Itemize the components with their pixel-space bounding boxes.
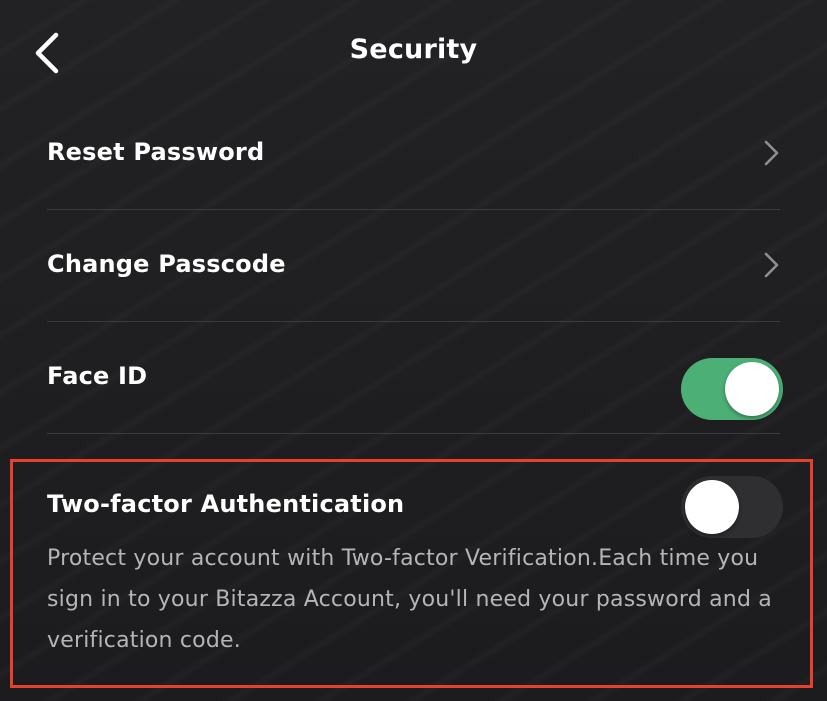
two-factor-toggle[interactable] [681, 476, 783, 538]
two-factor-title: Two-factor Authentication [47, 490, 405, 518]
face-id-label: Face ID [47, 362, 148, 390]
toggle-knob [725, 362, 779, 416]
chevron-right-icon [764, 252, 779, 278]
security-screen: Security Reset Password Change Passcode … [0, 0, 827, 701]
toggle-knob [685, 480, 739, 534]
header: Security [0, 0, 827, 106]
reset-password-label: Reset Password [47, 138, 265, 166]
chevron-right-icon [764, 140, 779, 166]
face-id-row: Face ID [47, 321, 780, 434]
page-title: Security [349, 34, 478, 65]
change-passcode-row[interactable]: Change Passcode [47, 209, 780, 322]
face-id-toggle[interactable] [681, 358, 783, 420]
two-factor-description: Protect your account with Two-factor Ver… [47, 546, 772, 653]
reset-password-row[interactable]: Reset Password [47, 97, 780, 210]
change-passcode-label: Change Passcode [47, 250, 286, 278]
